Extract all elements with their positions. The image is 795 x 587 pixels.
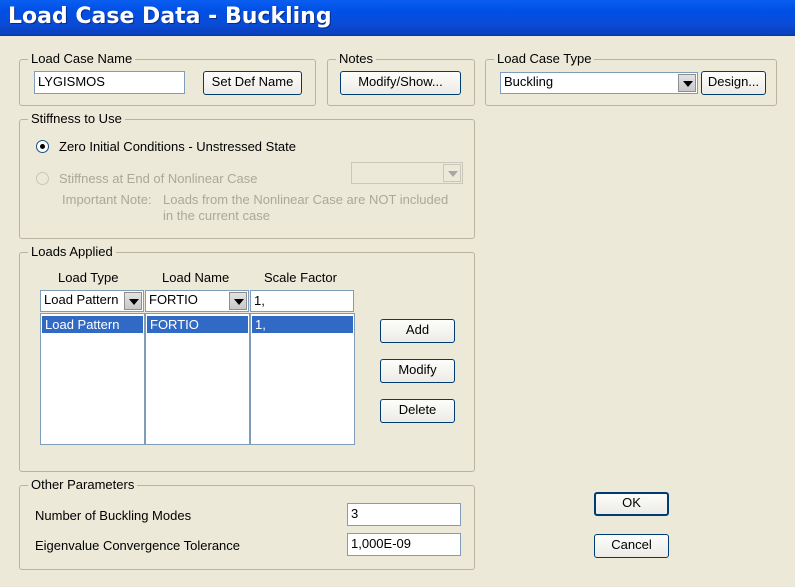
num-modes-label: Number of Buckling Modes bbox=[35, 508, 192, 523]
load-type-list[interactable]: Load Pattern bbox=[40, 313, 145, 445]
zero-initial-label[interactable]: Zero Initial Conditions - Unstressed Sta… bbox=[59, 139, 296, 155]
nonlinear-case-select[interactable] bbox=[351, 162, 463, 184]
load-case-name-input[interactable]: LYGISMOS bbox=[34, 71, 185, 94]
num-modes-input[interactable]: 3 bbox=[347, 503, 461, 526]
design-button[interactable]: Design... bbox=[701, 71, 766, 95]
load-case-type-select[interactable]: Buckling bbox=[500, 72, 698, 94]
other-parameters-group: Other Parameters bbox=[19, 477, 475, 570]
end-nonlinear-radio[interactable] bbox=[36, 172, 49, 185]
note-text-line1: Loads from the Nonlinear Case are NOT in… bbox=[163, 192, 449, 207]
scale-factor-input[interactable]: 1, bbox=[250, 290, 354, 312]
list-item[interactable]: 1, bbox=[252, 316, 353, 333]
window-title: Load Case Data - Buckling bbox=[8, 4, 332, 29]
chevron-down-icon[interactable] bbox=[229, 292, 247, 310]
add-button[interactable]: Add bbox=[380, 319, 455, 343]
load-type-select[interactable]: Load Pattern bbox=[40, 290, 144, 312]
tolerance-label: Eigenvalue Convergence Tolerance bbox=[35, 538, 241, 553]
load-case-type-value: Buckling bbox=[504, 74, 554, 89]
chevron-down-icon[interactable] bbox=[678, 74, 696, 92]
scale-factor-list[interactable]: 1, bbox=[250, 313, 355, 445]
note-text-line2: in the current case bbox=[163, 208, 270, 223]
zero-initial-radio[interactable] bbox=[36, 140, 49, 153]
delete-button[interactable]: Delete bbox=[380, 399, 455, 423]
end-nonlinear-label[interactable]: Stiffness at End of Nonlinear Case bbox=[59, 171, 258, 187]
load-type-select-value: Load Pattern bbox=[44, 292, 119, 307]
set-def-name-button[interactable]: Set Def Name bbox=[203, 71, 302, 95]
tolerance-input[interactable]: 1,000E-09 bbox=[347, 533, 461, 556]
load-case-name-label: Load Case Name bbox=[28, 51, 136, 67]
chevron-down-icon[interactable] bbox=[443, 164, 461, 182]
cancel-button[interactable]: Cancel bbox=[594, 534, 669, 558]
header-load-type: Load Type bbox=[58, 270, 119, 285]
stiffness-label: Stiffness to Use bbox=[28, 111, 125, 127]
load-name-select-value: FORTIO bbox=[149, 292, 198, 307]
modify-show-button[interactable]: Modify/Show... bbox=[340, 71, 461, 95]
list-item[interactable]: Load Pattern bbox=[42, 316, 143, 333]
ok-button[interactable]: OK bbox=[594, 492, 669, 516]
header-load-name: Load Name bbox=[162, 270, 230, 285]
modify-button[interactable]: Modify bbox=[380, 359, 455, 383]
load-name-select[interactable]: FORTIO bbox=[145, 290, 249, 312]
other-parameters-label: Other Parameters bbox=[28, 477, 138, 493]
notes-label: Notes bbox=[336, 51, 376, 67]
important-note-label: Important Note: bbox=[62, 192, 152, 207]
header-scale-factor: Scale Factor bbox=[264, 270, 337, 285]
load-case-type-label: Load Case Type bbox=[494, 51, 595, 67]
chevron-down-icon[interactable] bbox=[124, 292, 142, 310]
loads-applied-label: Loads Applied bbox=[28, 244, 116, 260]
load-name-list[interactable]: FORTIO bbox=[145, 313, 250, 445]
title-bar: Load Case Data - Buckling bbox=[0, 0, 795, 36]
list-item[interactable]: FORTIO bbox=[147, 316, 248, 333]
